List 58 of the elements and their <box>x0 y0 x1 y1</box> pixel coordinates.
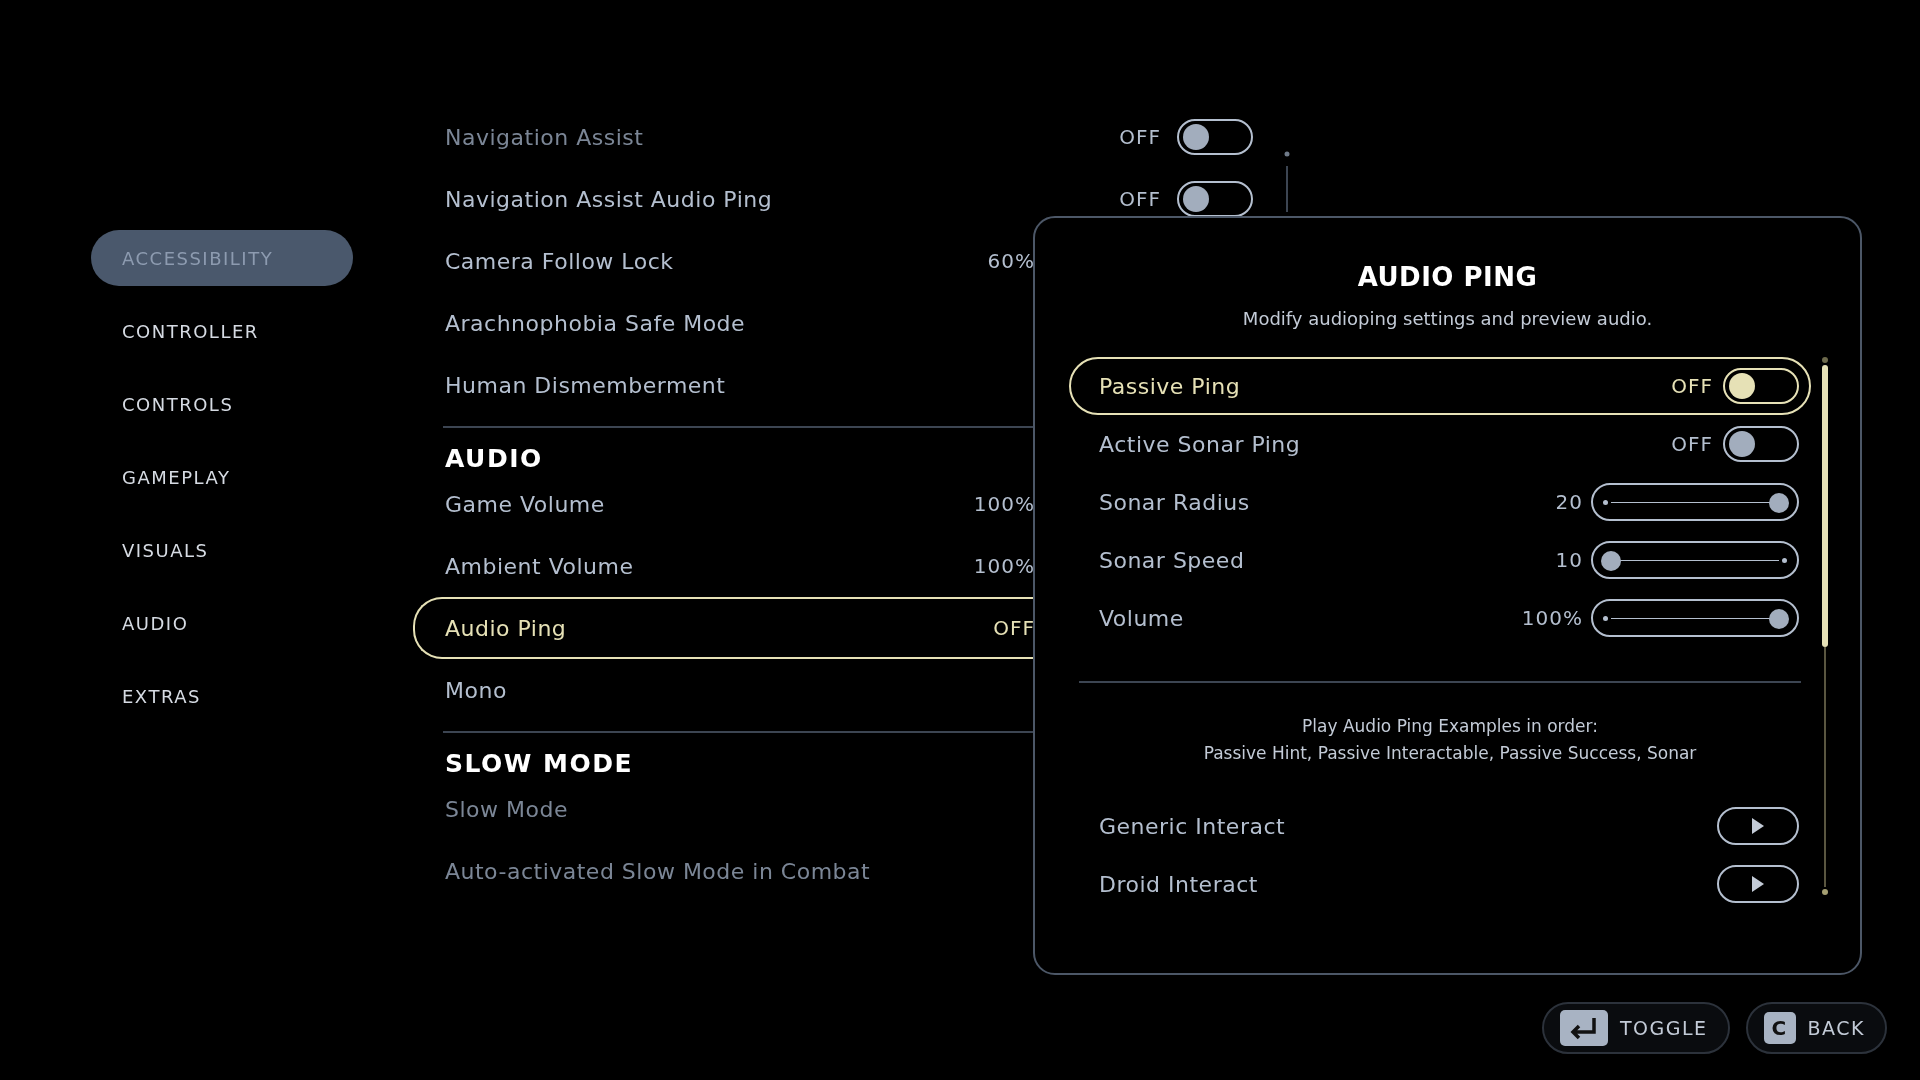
setting-value: 10 <box>1555 548 1583 572</box>
setting-label: Active Sonar Ping <box>1099 431 1302 457</box>
slider[interactable] <box>1591 483 1799 521</box>
setting-value: OFF <box>1671 374 1713 398</box>
setting-label: Audio Ping <box>445 615 568 641</box>
setting-value: 20 <box>1555 490 1583 514</box>
setting-label: Camera Follow Lock <box>445 248 675 274</box>
nav-tab[interactable]: AUDIO <box>91 595 353 651</box>
slider-thumb[interactable] <box>1769 608 1789 629</box>
footer-button[interactable]: C BACK <box>1745 1002 1887 1054</box>
slider[interactable] <box>1591 541 1799 579</box>
setting-value: 100% <box>973 492 1035 516</box>
setting-label: Mono <box>445 677 508 703</box>
setting-value: OFF <box>1671 432 1713 456</box>
setting-value: OFF <box>993 616 1035 640</box>
nav-tab[interactable]: CONTROLS <box>91 376 353 432</box>
toggle-switch[interactable] <box>1723 368 1799 404</box>
section-heading: SLOW MODE <box>445 749 634 778</box>
dialog-subtitle: Modify audioping settings and preview audio. <box>1242 308 1653 329</box>
setting-label: Ambient Volume <box>445 553 635 579</box>
play-icon <box>1751 875 1765 893</box>
setting-label: Game Volume <box>445 491 606 517</box>
section-heading: AUDIO <box>445 444 543 473</box>
setting-row[interactable]: Sonar Radius 20 <box>1069 473 1811 531</box>
setting-label: Sonar Speed <box>1099 547 1246 573</box>
setting-label: Navigation Assist Audio Ping <box>445 186 774 212</box>
footer-button-label: BACK <box>1807 1017 1865 1039</box>
setting-value: 100% <box>1521 606 1583 630</box>
setting-label: Volume <box>1099 605 1185 631</box>
setting-row[interactable]: Active Sonar Ping OFF <box>1069 415 1811 473</box>
slider-thumb[interactable] <box>1601 550 1621 571</box>
dialog-title: AUDIO PING <box>1357 262 1538 292</box>
setting-value: OFF <box>1119 125 1161 149</box>
setting-label: Sonar Radius <box>1099 489 1251 515</box>
setting-row[interactable]: Passive Ping OFF <box>1069 357 1811 415</box>
nav-tab[interactable]: GAMEPLAY <box>91 449 353 505</box>
setting-value: 60% <box>987 249 1035 273</box>
slider[interactable] <box>1591 599 1799 637</box>
instructions-text: Play Audio Ping Examples in order: Passive Hint, Passive Interactable, Passive Success, Sonar <box>1202 715 1698 765</box>
preview-label: Droid Interact <box>1099 871 1259 897</box>
play-button[interactable] <box>1717 807 1799 845</box>
enter-key-icon <box>1559 1010 1608 1046</box>
nav-tab[interactable]: VISUALS <box>91 522 353 578</box>
footer-button-label: TOGGLE <box>1619 1017 1708 1039</box>
setting-row[interactable]: Sonar Speed 10 <box>1069 531 1811 589</box>
setting-label: Navigation Assist <box>445 124 645 150</box>
setting-value: OFF <box>1119 187 1161 211</box>
nav-tab[interactable]: EXTRAS <box>91 668 353 724</box>
footer-button[interactable]: TOGGLE <box>1541 1002 1730 1054</box>
preview-label: Generic Interact <box>1099 813 1287 839</box>
play-button[interactable] <box>1717 865 1799 903</box>
slider-thumb[interactable] <box>1769 492 1789 513</box>
toggle-switch[interactable] <box>1723 426 1799 462</box>
play-icon <box>1751 817 1765 835</box>
nav-tab[interactable]: CONTROLLER <box>91 303 353 359</box>
setting-value: 100% <box>973 554 1035 578</box>
setting-label: Passive Ping <box>1099 373 1242 399</box>
key-cap: C <box>1763 1012 1796 1044</box>
